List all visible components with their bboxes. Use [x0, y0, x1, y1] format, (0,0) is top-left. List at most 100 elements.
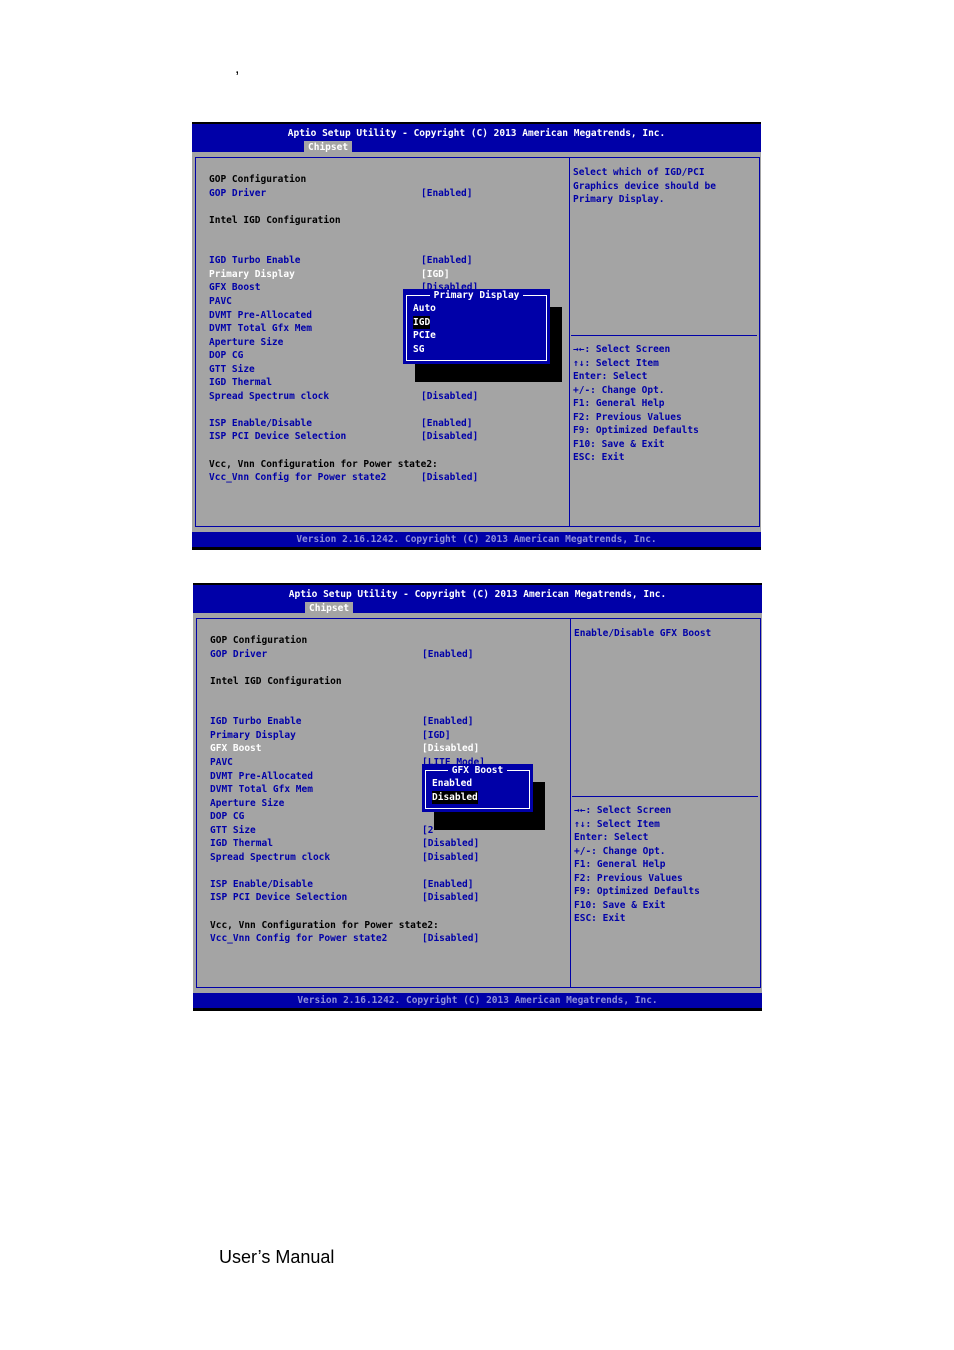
setting-value[interactable]: [Disabled] — [422, 891, 479, 904]
popup-option[interactable]: SG — [413, 343, 424, 356]
manual-page: , Aptio Setup Utility - Copyright (C) 20… — [0, 0, 954, 1350]
setting-label[interactable]: DOP CG — [210, 810, 244, 823]
setting-value[interactable]: [Enabled] — [422, 648, 473, 661]
setting-label[interactable]: DVMT Pre-Allocated — [209, 309, 312, 322]
version-text: Version 2.16.1242. Copyright (C) 2013 Am… — [297, 995, 658, 1006]
key-hint: F1: General Help — [573, 398, 665, 410]
version-text: Version 2.16.1242. Copyright (C) 2013 Am… — [296, 534, 657, 545]
section-heading: GOP Configuration — [210, 635, 308, 646]
bios-footer: Version 2.16.1242. Copyright (C) 2013 Am… — [193, 993, 762, 1011]
popup-title-wrap: Primary Display — [403, 289, 550, 302]
setting-value[interactable]: [Disabled] — [422, 932, 479, 945]
setting-value[interactable]: [Enabled] — [422, 715, 473, 728]
popup-title: Primary Display — [429, 290, 524, 301]
setting-label[interactable]: PAVC — [209, 295, 232, 308]
panel-divider — [569, 157, 570, 527]
setting-value[interactable]: [Enabled] — [421, 254, 472, 267]
setting-label[interactable]: GOP Driver — [209, 187, 266, 200]
setting-label[interactable]: Aperture Size — [210, 797, 284, 810]
popup-option[interactable]: Auto — [413, 302, 436, 315]
bios-header: Aptio Setup Utility - Copyright (C) 2013… — [192, 122, 761, 154]
setting-label[interactable]: Spread Spectrum clock — [209, 390, 329, 403]
key-hint: F10: Save & Exit — [573, 438, 665, 450]
popup-option[interactable]: PCIe — [413, 329, 436, 342]
setting-label[interactable]: Primary Display — [210, 729, 296, 742]
key-hint: +/-: Change Opt. — [573, 384, 665, 396]
setting-label[interactable]: ISP Enable/Disable — [210, 878, 313, 891]
setting-label[interactable]: IGD Turbo Enable — [209, 254, 301, 267]
key-hint: ESC: Exit — [573, 452, 625, 464]
setting-label[interactable]: ISP PCI Device Selection — [209, 430, 346, 443]
setting-value[interactable]: [Disabled] — [421, 471, 478, 484]
tab-chipset[interactable]: Chipset — [304, 141, 353, 154]
popup-option[interactable]: Enabled — [432, 777, 472, 790]
key-hint: F10: Save & Exit — [574, 899, 666, 911]
bios-footer: Version 2.16.1242. Copyright (C) 2013 Am… — [192, 532, 761, 550]
key-hint: F9: Optimized Defaults — [573, 425, 699, 437]
key-hint: ↑↓: Select Item — [574, 818, 660, 830]
setting-label[interactable]: GTT Size — [210, 824, 256, 837]
setting-label[interactable]: DVMT Total Gfx Mem — [209, 322, 312, 335]
key-hint: →←: Select Screen — [574, 805, 672, 816]
setting-label[interactable]: DVMT Total Gfx Mem — [210, 783, 313, 796]
stray-mark: , — [235, 60, 240, 77]
section-heading: Vcc, Vnn Configuration for Power state2: — [210, 919, 439, 931]
setting-value[interactable]: [Disabled] — [422, 851, 479, 864]
bios-title: Aptio Setup Utility - Copyright (C) 2013… — [287, 128, 666, 139]
section-heading: Intel IGD Configuration — [209, 214, 341, 226]
setting-label[interactable]: DVMT Pre-Allocated — [210, 770, 313, 783]
setting-label[interactable]: IGD Turbo Enable — [210, 715, 302, 728]
key-hint: ESC: Exit — [574, 913, 626, 925]
help-separator — [572, 796, 758, 797]
setting-label[interactable]: PAVC — [210, 756, 233, 769]
section-heading: GOP Configuration — [209, 174, 307, 185]
setting-label[interactable]: GFX Boost — [209, 281, 260, 294]
section-heading: Intel IGD Configuration — [210, 675, 342, 687]
setting-label[interactable]: DOP CG — [209, 349, 243, 362]
setting-value[interactable]: [Enabled] — [421, 417, 472, 430]
popup-option[interactable]: Disabled — [432, 790, 478, 804]
setting-label[interactable]: ISP Enable/Disable — [209, 417, 312, 430]
popup-title: GFX Boost — [447, 765, 508, 776]
setting-value[interactable]: [Disabled] — [422, 837, 479, 850]
popup-title-wrap: GFX Boost — [422, 764, 533, 777]
bios-screen: Aptio Setup Utility - Copyright (C) 2013… — [192, 122, 761, 550]
setting-label[interactable]: Primary Display — [209, 268, 295, 281]
key-hint: F2: Previous Values — [574, 872, 683, 884]
setting-value[interactable]: [IGD] — [422, 729, 451, 742]
setting-value[interactable]: [IGD] — [421, 268, 450, 281]
setting-value[interactable]: [Enabled] — [422, 878, 473, 891]
setting-label[interactable]: Spread Spectrum clock — [210, 851, 330, 864]
key-hint: →←: Select Screen — [573, 344, 671, 355]
setting-value[interactable]: [Enabled] — [421, 187, 472, 200]
setting-value[interactable]: [Disabled] — [422, 742, 479, 755]
tab-chipset[interactable]: Chipset — [305, 602, 354, 615]
setting-value[interactable]: [2 — [422, 824, 433, 837]
setting-label[interactable]: Vcc_Vnn Config for Power state2 — [210, 932, 387, 945]
setting-label[interactable]: Aperture Size — [209, 336, 283, 349]
setting-label[interactable]: Vcc_Vnn Config for Power state2 — [209, 471, 386, 484]
help-text: Select which of IGD/PCI — [573, 167, 705, 178]
bios-screen: Aptio Setup Utility - Copyright (C) 2013… — [193, 583, 762, 1011]
help-text: Enable/Disable GFX Boost — [574, 628, 712, 639]
setting-label[interactable]: GOP Driver — [210, 648, 267, 661]
setting-label[interactable]: IGD Thermal — [210, 837, 273, 850]
key-hint: F9: Optimized Defaults — [574, 886, 700, 898]
setting-label[interactable]: GFX Boost — [210, 742, 261, 755]
key-hint: Enter: Select — [573, 371, 648, 383]
key-hint: ↑↓: Select Item — [573, 357, 659, 369]
setting-value[interactable]: [Disabled] — [421, 390, 478, 403]
option-popup: Primary Display Auto IGD PCIe SG — [403, 289, 550, 364]
setting-label[interactable]: GTT Size — [209, 363, 255, 376]
popup-option[interactable]: IGD — [413, 315, 431, 329]
help-separator — [571, 335, 757, 336]
setting-label[interactable]: ISP PCI Device Selection — [210, 891, 347, 904]
section-heading: Vcc, Vnn Configuration for Power state2: — [209, 458, 438, 470]
setting-label[interactable]: IGD Thermal — [209, 376, 272, 389]
bios-header: Aptio Setup Utility - Copyright (C) 2013… — [193, 583, 762, 615]
help-text: Graphics device should be — [573, 180, 716, 192]
setting-value[interactable]: [Disabled] — [421, 430, 478, 443]
bios-title: Aptio Setup Utility - Copyright (C) 2013… — [288, 589, 667, 600]
manual-footer: User’s Manual — [219, 1247, 335, 1267]
option-popup: GFX Boost Enabled Disabled — [422, 764, 533, 812]
